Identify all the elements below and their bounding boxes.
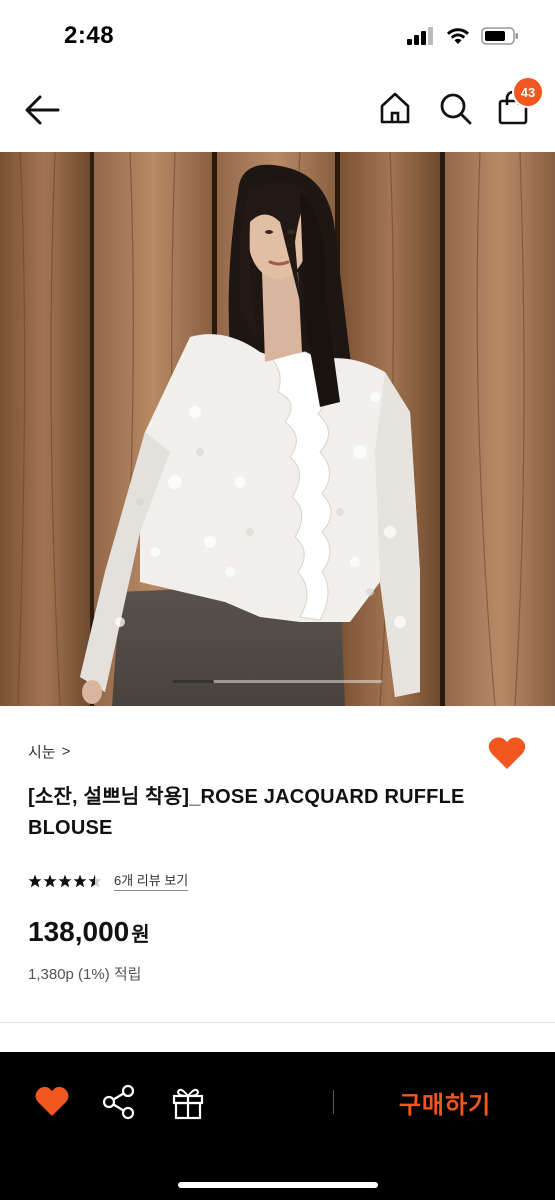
home-indicator: [178, 1182, 378, 1188]
status-time: 2:48: [64, 22, 115, 49]
home-icon[interactable]: [377, 90, 413, 126]
chevron-right-icon: >: [61, 743, 71, 760]
wishlist-heart-icon[interactable]: [487, 735, 527, 771]
star-icon: [43, 874, 57, 887]
star-icon: [73, 874, 87, 887]
brand-link[interactable]: 시눈 >: [28, 741, 70, 762]
search-icon[interactable]: [437, 90, 473, 126]
wifi-icon: [447, 28, 469, 44]
star-rating: [28, 874, 102, 888]
bottom-action-bar: 구매하기: [0, 1052, 555, 1200]
heart-icon[interactable]: [34, 1084, 70, 1118]
back-arrow-icon[interactable]: [22, 92, 62, 128]
divider: [0, 1022, 555, 1023]
brand-name: 시눈: [28, 744, 56, 761]
product-title: [소잔, 설쁘님 착용]_ROSE JACQUARD RUFFLE BLOUSE: [28, 786, 465, 839]
carousel-indicator-active: [172, 680, 214, 683]
gift-icon[interactable]: [170, 1084, 206, 1120]
carousel-indicator: [172, 680, 382, 683]
cart-count-badge: 43: [512, 76, 544, 108]
status-icons: [407, 26, 519, 46]
product-photo: [0, 152, 555, 706]
rating-row: 6개 리뷰 보기: [28, 870, 189, 891]
review-link[interactable]: 6개 리뷰 보기: [114, 870, 189, 891]
star-icon: [28, 874, 42, 887]
price-value: 138,000: [28, 916, 130, 947]
share-icon[interactable]: [102, 1084, 136, 1120]
half-star-icon: [88, 874, 102, 887]
cellular-signal-icon: [407, 27, 433, 45]
star-icon: [58, 874, 72, 887]
price-unit: 원: [131, 924, 150, 946]
status-bar: 2:48: [0, 0, 555, 70]
nav-bar: [0, 70, 555, 150]
separator: [333, 1090, 334, 1114]
price: 138,000 원: [28, 916, 150, 948]
buy-button[interactable]: 구매하기: [360, 1076, 530, 1128]
battery-icon: [481, 27, 518, 45]
product-image[interactable]: [0, 152, 555, 706]
points-text: 1,380p (1%) 적립: [28, 966, 142, 983]
